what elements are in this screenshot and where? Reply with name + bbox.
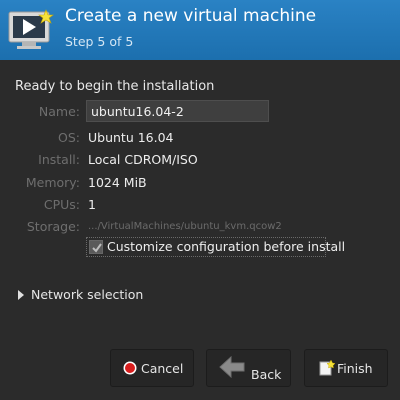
memory-value: 1024 MiB (88, 175, 147, 190)
cancel-label: Cancel (141, 361, 184, 376)
cancel-icon (123, 361, 137, 378)
finish-button[interactable]: Finish (304, 349, 388, 387)
finish-document-icon (319, 359, 336, 379)
cpus-value: 1 (88, 197, 96, 212)
storage-value: .../VirtualMachines/ubuntu_kvm.qcow2 (88, 221, 282, 232)
wizard-header: Create a new virtual machine Step 5 of 5 (0, 0, 400, 60)
monitor-play-icon (8, 8, 54, 52)
wizard-step: Step 5 of 5 (65, 34, 134, 49)
summary-heading: Ready to begin the installation (15, 79, 215, 94)
storage-label: Storage: (26, 219, 80, 234)
os-value: Ubuntu 16.04 (88, 130, 174, 145)
finish-label: Finish (337, 361, 373, 376)
network-selection-label: Network selection (31, 287, 144, 302)
memory-label: Memory: (25, 175, 80, 190)
cpus-label: CPUs: (43, 197, 80, 212)
customize-label: Customize configuration before install (107, 239, 346, 254)
wizard-title: Create a new virtual machine (65, 6, 317, 26)
expander-arrow-icon (18, 290, 24, 300)
customize-checkbox-row[interactable]: Customize configuration before install (86, 237, 345, 257)
name-input[interactable] (86, 100, 269, 122)
name-label: Name: (38, 104, 80, 119)
customize-checkbox[interactable] (89, 240, 103, 254)
back-label: Back (251, 367, 282, 382)
back-arrow-icon (219, 355, 245, 381)
checkmark-icon (92, 243, 102, 253)
os-label: OS: (58, 130, 80, 145)
install-value: Local CDROM/ISO (88, 152, 198, 167)
cancel-button[interactable]: Cancel (110, 349, 194, 387)
install-label: Install: (38, 152, 80, 167)
back-button[interactable]: Back (206, 349, 291, 387)
